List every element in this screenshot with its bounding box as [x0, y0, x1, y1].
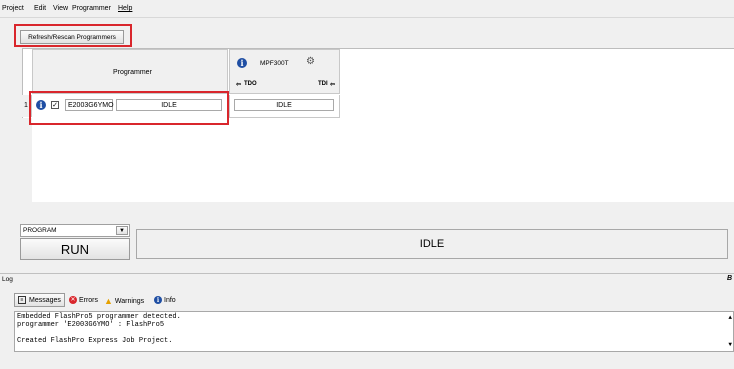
warning-icon: ▲ — [104, 296, 113, 306]
programmer-column-header: Programmer — [32, 49, 228, 94]
log-title-bar: Log B — [0, 275, 734, 285]
tab-errors-label: Errors — [78, 296, 99, 304]
menu-help[interactable]: Help — [118, 5, 132, 12]
menu-bar: Project Edit View Programmer Help — [0, 0, 734, 18]
device-column-header[interactable]: i MPF300T ⚙ ⇦ TDO TDI ⇦ — [229, 49, 340, 94]
tab-warnings[interactable]: ▲ Warnings — [104, 296, 144, 306]
log-line: programmer 'E2003G6YMO' : FlashPro5 — [17, 321, 165, 329]
tab-info-label: Info — [164, 296, 176, 304]
tdo-label: TDO — [244, 81, 257, 87]
tab-messages[interactable]: ≡ Messages — [14, 293, 65, 307]
device-name: MPF300T — [260, 60, 289, 67]
refresh-rescan-button[interactable]: Refresh/Rescan Programmers — [20, 30, 124, 44]
menu-edit[interactable]: Edit — [34, 5, 46, 12]
log-line: Embedded FlashPro5 programmer detected. — [17, 313, 181, 321]
menu-view[interactable]: View — [53, 5, 68, 12]
log-output[interactable]: Embedded FlashPro5 programmer detected. … — [14, 311, 734, 352]
chevron-down-icon[interactable]: ▼ — [116, 226, 128, 235]
tdi-label: TDI — [318, 81, 328, 87]
programmer-header-label: Programmer — [113, 69, 152, 76]
grid-gutter — [22, 118, 32, 202]
error-icon: ✕ — [69, 296, 77, 304]
action-select-value: PROGRAM — [23, 227, 57, 234]
info-tab-icon: i — [154, 296, 162, 304]
log-line: Created FlashPro Express Job Project. — [17, 337, 173, 345]
log-divider — [0, 273, 734, 274]
tab-messages-label: Messages — [29, 296, 61, 304]
chip-icon: ⚙ — [306, 56, 315, 67]
grid-header-filler — [340, 49, 734, 94]
tab-info[interactable]: i Info — [154, 296, 176, 304]
tdo-arrow-icon: ⇦ — [236, 82, 242, 88]
row-index: 1 — [24, 102, 28, 109]
run-button[interactable]: RUN — [20, 238, 130, 260]
log-title: Log — [2, 276, 13, 283]
programmer-row-highlight — [29, 91, 229, 125]
scroll-up-icon[interactable]: ▲ — [728, 314, 732, 322]
menu-project[interactable]: Project — [2, 5, 24, 12]
device-row-cell — [229, 95, 340, 118]
action-select[interactable]: PROGRAM ▼ — [20, 224, 130, 237]
menu-programmer[interactable]: Programmer — [72, 5, 111, 12]
tab-warnings-label: Warnings — [114, 297, 145, 305]
scroll-down-icon[interactable]: ▼ — [728, 341, 732, 349]
info-icon: i — [237, 58, 247, 68]
tab-errors[interactable]: ✕ Errors — [69, 296, 98, 304]
run-status-display: IDLE — [136, 229, 728, 259]
messages-icon: ≡ — [18, 296, 26, 304]
log-pin-icon[interactable]: B — [727, 275, 732, 282]
tdi-arrow-icon: ⇦ — [330, 82, 336, 88]
